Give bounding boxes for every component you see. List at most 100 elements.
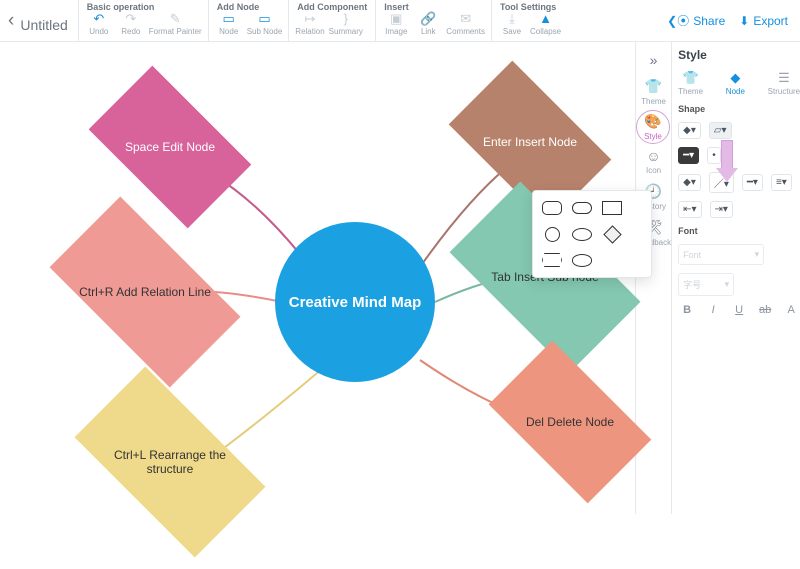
subnode-label: Sub Node bbox=[247, 27, 283, 36]
tool-node[interactable]: ▭Node bbox=[215, 12, 243, 36]
branch-align[interactable]: ≡▾ bbox=[771, 174, 792, 191]
font-row2: 字号▾ bbox=[678, 273, 800, 296]
font-family-select[interactable]: Font▾ bbox=[678, 244, 764, 265]
panel-title: Style bbox=[678, 48, 800, 62]
collapse-label: Collapse bbox=[530, 27, 561, 36]
format-label: Format Painter bbox=[149, 27, 202, 36]
shape-circle[interactable] bbox=[541, 225, 563, 243]
node-add-relation-label: Ctrl+R Add Relation Line bbox=[66, 285, 224, 299]
node-add-relation[interactable]: Ctrl+R Add Relation Line bbox=[50, 197, 241, 388]
link-icon: 🔗 bbox=[420, 12, 436, 26]
shape-picker-button[interactable]: ▱▾ bbox=[709, 122, 732, 139]
undo-label: Undo bbox=[89, 27, 108, 36]
font-color-button[interactable]: A bbox=[782, 304, 800, 316]
panel-tab-node[interactable]: ◆Node bbox=[726, 70, 745, 96]
shape-diamond[interactable] bbox=[601, 225, 623, 243]
export-label: Export bbox=[753, 14, 788, 28]
group-basic: Basic operation ↶Undo↷Redo✎Format Painte… bbox=[78, 0, 208, 42]
theme-icon: 👕 bbox=[645, 78, 662, 95]
center-node[interactable]: Creative Mind Map bbox=[275, 222, 435, 382]
font-family-placeholder: Font bbox=[683, 250, 701, 260]
shape-pill[interactable] bbox=[571, 199, 593, 217]
tool-image[interactable]: ▣Image bbox=[382, 12, 410, 36]
shape-row: ◆▾ ▱▾ bbox=[678, 122, 800, 139]
panel-tab-theme[interactable]: 👕Theme bbox=[678, 70, 703, 96]
node-space-edit-label: Space Edit Node bbox=[106, 140, 234, 154]
tool-collapse[interactable]: ▲Collapse bbox=[530, 12, 561, 36]
save-icon: ⤓ bbox=[504, 12, 520, 26]
sidebar-theme-label: Theme bbox=[641, 97, 666, 106]
style-panel: Style 👕Theme◆Node☰Structure Shape ◆▾ ▱▾ … bbox=[672, 42, 800, 514]
branch-row: ◆▾ ／▾ ━▾ ≡▾ bbox=[678, 172, 800, 193]
link-label: Link bbox=[421, 27, 436, 36]
icon-icon: ☺ bbox=[646, 148, 660, 164]
node-enter-insert-label: Enter Insert Node bbox=[466, 135, 594, 149]
font-size-placeholder: 字号 bbox=[683, 278, 701, 291]
tool-link[interactable]: 🔗Link bbox=[414, 12, 442, 36]
export-icon: ⬇ bbox=[739, 14, 749, 28]
shape-ellipse[interactable] bbox=[571, 225, 593, 243]
panel-tab-structure[interactable]: ☰Structure bbox=[768, 70, 800, 96]
mindmap-canvas[interactable]: Creative Mind Map Space Edit Node Ctrl+R… bbox=[0, 42, 635, 514]
sidebar-item-theme[interactable]: 👕 Theme bbox=[636, 74, 671, 110]
italic-button[interactable]: I bbox=[704, 304, 722, 316]
structure-tab-icon: ☰ bbox=[778, 70, 790, 86]
layout-right[interactable]: ⇥▾ bbox=[710, 201, 733, 218]
sidebar-icon-label: Icon bbox=[646, 166, 661, 175]
format-icon: ✎ bbox=[167, 12, 183, 26]
font-size-select[interactable]: 字号▾ bbox=[678, 273, 734, 296]
group-tool: Tool Settings ⤓Save▲Collapse bbox=[491, 0, 567, 42]
group-addnode: Add Node ▭Node▭Sub Node bbox=[208, 0, 289, 42]
layout-left[interactable]: ⇤▾ bbox=[678, 201, 701, 218]
tool-save[interactable]: ⤓Save bbox=[498, 12, 526, 36]
panel-tabs: 👕Theme ◆Node ☰Structure bbox=[678, 70, 800, 96]
back-area: ‹ Untitled bbox=[8, 9, 68, 33]
group-addcomp: Add Component ↦Relation}Summary bbox=[288, 0, 375, 42]
tool-subnode[interactable]: ▭Sub Node bbox=[247, 12, 283, 36]
redo-icon: ↷ bbox=[123, 12, 139, 26]
branch-color[interactable]: ◆▾ bbox=[678, 174, 701, 191]
image-label: Image bbox=[385, 27, 407, 36]
node-label: Node bbox=[219, 27, 238, 36]
shape-hexagon[interactable] bbox=[541, 251, 563, 269]
main: Creative Mind Map Space Edit Node Ctrl+R… bbox=[0, 42, 800, 514]
header-actions: ❮⦿Share ⬇ Export bbox=[667, 12, 792, 29]
shape-section-label: Shape bbox=[678, 104, 800, 114]
toolbar: ‹ Untitled Basic operation ↶Undo↷Redo✎Fo… bbox=[0, 0, 800, 42]
shape-rect[interactable] bbox=[601, 199, 623, 217]
back-icon[interactable]: ‹ bbox=[8, 10, 14, 32]
bold-button[interactable]: B bbox=[678, 304, 696, 316]
comments-label: Comments bbox=[446, 27, 485, 36]
node-icon: ▭ bbox=[221, 12, 237, 26]
group-insert: Insert ▣Image🔗Link✉Comments bbox=[375, 0, 491, 42]
sidebar-item-style[interactable]: 🎨Style bbox=[636, 110, 670, 144]
underline-button[interactable]: U bbox=[730, 304, 748, 316]
export-button[interactable]: ⬇ Export bbox=[739, 14, 788, 28]
fill-picker[interactable]: ◆▾ bbox=[678, 122, 701, 139]
tool-relation[interactable]: ↦Relation bbox=[295, 12, 324, 36]
node-rearrange[interactable]: Ctrl+L Rearrange the structure bbox=[75, 367, 266, 558]
node-delete[interactable]: Del Delete Node bbox=[489, 341, 652, 504]
tool-redo[interactable]: ↷Redo bbox=[117, 12, 145, 36]
branch-weight[interactable]: ━▾ bbox=[742, 174, 763, 191]
shape-bread[interactable] bbox=[571, 251, 593, 269]
undo-icon: ↶ bbox=[91, 12, 107, 26]
shape-rounded-rect[interactable] bbox=[541, 199, 563, 217]
collapse-sidebar-icon[interactable]: » bbox=[646, 48, 662, 72]
tool-undo[interactable]: ↶Undo bbox=[85, 12, 113, 36]
document-title[interactable]: Untitled bbox=[20, 9, 67, 33]
share-button[interactable]: ❮⦿Share bbox=[667, 12, 725, 29]
node-rearrange-label: Ctrl+L Rearrange the structure bbox=[91, 448, 249, 476]
summary-label: Summary bbox=[329, 27, 363, 36]
share-label: Share bbox=[693, 14, 725, 28]
tool-comments[interactable]: ✉Comments bbox=[446, 12, 485, 36]
tool-summary[interactable]: }Summary bbox=[329, 12, 363, 36]
layout-row: ⇤▾ ⇥▾ bbox=[678, 201, 800, 218]
sidebar-item-icon[interactable]: ☺ Icon bbox=[636, 144, 671, 179]
tool-format[interactable]: ✎Format Painter bbox=[149, 12, 202, 36]
font-section-label: Font bbox=[678, 226, 800, 236]
save-label: Save bbox=[503, 27, 521, 36]
font-style-row: B I U ab A bbox=[678, 304, 800, 316]
strike-button[interactable]: ab bbox=[756, 304, 774, 316]
line-color[interactable]: ━▾ bbox=[678, 147, 699, 164]
